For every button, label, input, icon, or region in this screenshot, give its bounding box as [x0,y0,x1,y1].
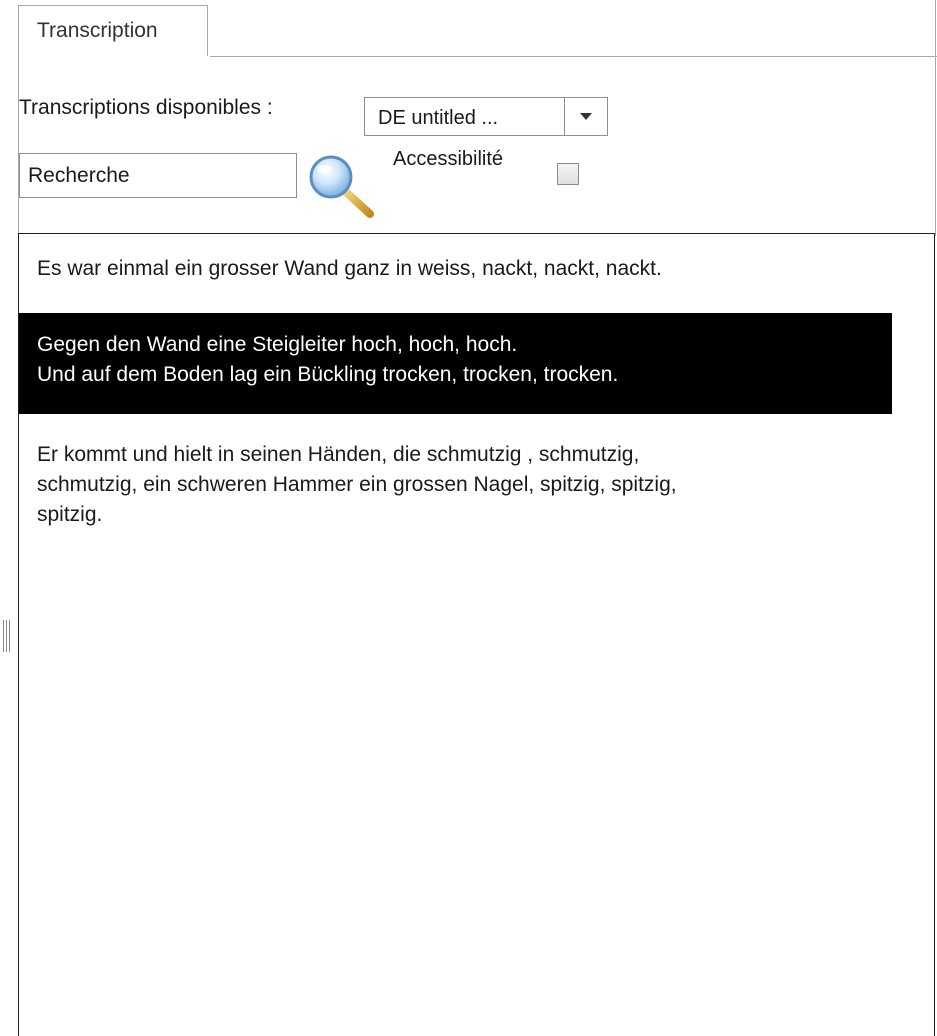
transcript-line: Es war einmal ein grosser Wand ganz in w… [37,257,662,280]
transcriptions-available-label: Transcriptions disponibles : [19,96,273,119]
accessibility-checkbox[interactable] [557,163,579,185]
search-icon[interactable] [306,152,378,220]
transcript-line: Gegen den Wand eine Steigleiter hoch, ho… [37,333,518,356]
search-input[interactable] [19,153,297,198]
tab-transcription-label: Transcription [37,19,158,42]
accessibility-label: Accessibilité [393,148,504,170]
tab-strip-border [210,56,937,57]
transcript-line: spitzig. [37,503,103,526]
transcript-line: Und auf dem Boden lag ein Bückling trock… [37,363,619,386]
transcription-panel: Transcription Transcriptions disponibles… [0,0,937,1036]
transcript-area[interactable]: Es war einmal ein grosser Wand ganz in w… [18,233,935,1036]
transcript-segment[interactable]: Es war einmal ein grosser Wand ganz in w… [19,254,889,284]
chevron-down-icon[interactable] [565,98,607,135]
panel-border-right [935,0,936,236]
splitter-grip-icon[interactable] [3,620,11,652]
panel-border-left [18,56,19,236]
transcription-select-value: DE untitled ... [378,107,499,129]
transcript-line: Er kommt und hielt in seinen Händen, die… [37,443,640,466]
transcript-segment[interactable]: Er kommt und hielt in seinen Händen, die… [19,440,909,530]
transcript-segment-active[interactable]: Gegen den Wand eine Steigleiter hoch, ho… [19,313,892,414]
transcript-line: schmutzig, ein schweren Hammer ein gross… [37,473,677,496]
tab-transcription[interactable]: Transcription [18,5,208,56]
transcription-select[interactable]: DE untitled ... [364,97,608,136]
